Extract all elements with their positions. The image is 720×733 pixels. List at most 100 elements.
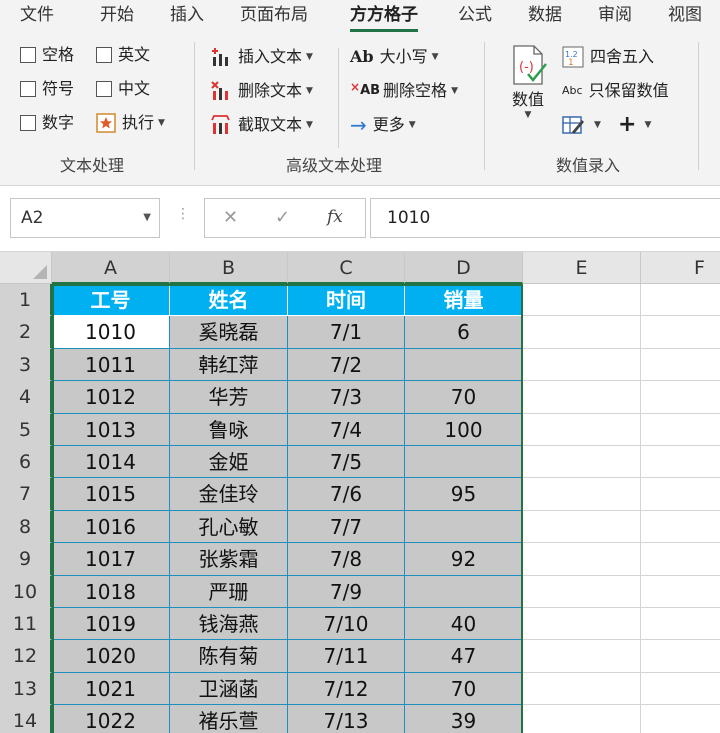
cell-a9[interactable]: 1017	[52, 543, 170, 576]
delete-spaces-button[interactable]: × AB 删除空格 ▼	[350, 80, 458, 102]
cell-a11[interactable]: 1019	[52, 608, 170, 641]
cell-e12[interactable]	[523, 640, 641, 673]
cell-b7[interactable]: 金佳玲	[170, 478, 288, 511]
cell-f1[interactable]	[641, 284, 720, 317]
enter-icon[interactable]: ✓	[275, 207, 290, 228]
column-header-a[interactable]: A	[52, 252, 170, 284]
cell-f14[interactable]	[641, 705, 720, 733]
tab-view[interactable]: 视图	[668, 3, 702, 27]
cell-f6[interactable]	[641, 446, 720, 479]
cell-f11[interactable]	[641, 608, 720, 641]
insert-function-button[interactable]: fx	[327, 207, 343, 227]
drag-handle-icon[interactable]: ⋮	[176, 206, 190, 222]
name-box[interactable]: A2 ▼	[10, 198, 160, 238]
row-header-4[interactable]: 4	[0, 381, 52, 414]
cell-b8[interactable]: 孔心敏	[170, 510, 288, 544]
checkbox-chinese[interactable]: 中文	[96, 78, 150, 100]
checkbox-symbol[interactable]: 符号	[20, 78, 74, 100]
cell-a12[interactable]: 1020	[52, 640, 170, 673]
keep-values-button[interactable]: Abc 只保留数值	[562, 80, 669, 102]
cell-e8[interactable]	[523, 510, 641, 544]
cell-a13[interactable]: 1021	[52, 672, 170, 706]
checkbox-number[interactable]: 数字	[20, 112, 74, 134]
cell-d14[interactable]: 39	[405, 705, 523, 733]
cell-f8[interactable]	[641, 510, 720, 544]
row-header-8[interactable]: 8	[0, 510, 52, 544]
execute-button[interactable]: 执行 ▼	[96, 112, 165, 134]
cell-a14[interactable]: 1022	[52, 705, 170, 733]
cell-a10[interactable]: 1018	[52, 575, 170, 608]
cell-b6[interactable]: 金姫	[170, 446, 288, 479]
cell-f12[interactable]	[641, 640, 720, 673]
cell-f2[interactable]	[641, 316, 720, 349]
cell-d3[interactable]	[405, 348, 523, 382]
round-button[interactable]: 1.2 1 四舍五入	[562, 46, 654, 68]
cell-b9[interactable]: 张紫霜	[170, 543, 288, 576]
cell-e2[interactable]	[523, 316, 641, 349]
column-header-e[interactable]: E	[523, 252, 641, 284]
cell-f7[interactable]	[641, 478, 720, 511]
cell-a5[interactable]: 1013	[52, 413, 170, 446]
cell-d13[interactable]: 70	[405, 672, 523, 706]
cell-a2[interactable]: 1010	[52, 316, 170, 349]
cell-b5[interactable]: 鲁咏	[170, 413, 288, 446]
cell-f13[interactable]	[641, 672, 720, 706]
cell-a8[interactable]: 1016	[52, 510, 170, 544]
tab-page-layout[interactable]: 页面布局	[240, 3, 308, 27]
checkbox-box[interactable]	[96, 81, 112, 97]
cell-c1[interactable]: 时间	[288, 284, 405, 317]
cell-d6[interactable]	[405, 446, 523, 479]
checkbox-space[interactable]: 空格	[20, 44, 74, 66]
cell-b13[interactable]: 卫涵菡	[170, 672, 288, 706]
cell-d2[interactable]: 6	[405, 316, 523, 349]
tab-insert[interactable]: 插入	[170, 3, 204, 27]
formula-input[interactable]: 1010	[370, 198, 720, 238]
cell-e5[interactable]	[523, 413, 641, 446]
row-header-2[interactable]: 2	[0, 316, 52, 349]
value-button[interactable]: (-) 数值 ▼	[506, 44, 550, 120]
worksheet-grid[interactable]: A B C D E F 1 工号 姓名 时间 销量 2 1010 奚晓磊 7/1 6 3 1011 韩红萍 7/2 4 1…	[0, 252, 720, 733]
row-header-13[interactable]: 13	[0, 672, 52, 706]
cell-c9[interactable]: 7/8	[288, 543, 405, 576]
cell-a3[interactable]: 1011	[52, 348, 170, 382]
cell-e11[interactable]	[523, 608, 641, 641]
tab-fangfang[interactable]: 方方格子	[350, 3, 418, 32]
row-header-1[interactable]: 1	[0, 284, 52, 317]
cell-c5[interactable]: 7/4	[288, 413, 405, 446]
cell-b1[interactable]: 姓名	[170, 284, 288, 317]
cancel-icon[interactable]: ✕	[223, 207, 238, 228]
cell-a6[interactable]: 1014	[52, 446, 170, 479]
cell-e4[interactable]	[523, 381, 641, 414]
checkbox-box[interactable]	[20, 47, 36, 63]
tab-review[interactable]: 审阅	[598, 3, 632, 27]
column-header-d[interactable]: D	[405, 252, 523, 284]
cell-b2[interactable]: 奚晓磊	[170, 316, 288, 349]
cell-c14[interactable]: 7/13	[288, 705, 405, 733]
cell-e7[interactable]	[523, 478, 641, 511]
tab-data[interactable]: 数据	[528, 3, 562, 27]
cell-a4[interactable]: 1012	[52, 381, 170, 414]
cell-b10[interactable]: 严珊	[170, 575, 288, 608]
cell-d11[interactable]: 40	[405, 608, 523, 641]
cell-d12[interactable]: 47	[405, 640, 523, 673]
tab-formulas[interactable]: 公式	[458, 3, 492, 27]
cell-c13[interactable]: 7/12	[288, 672, 405, 706]
column-header-c[interactable]: C	[288, 252, 405, 284]
cell-c7[interactable]: 7/6	[288, 478, 405, 511]
cell-c10[interactable]: 7/9	[288, 575, 405, 608]
cell-b4[interactable]: 华芳	[170, 381, 288, 414]
checkbox-box[interactable]	[20, 115, 36, 131]
extract-text-button[interactable]: 截取文本 ▼	[210, 114, 313, 136]
cell-e6[interactable]	[523, 446, 641, 479]
cell-d5[interactable]: 100	[405, 413, 523, 446]
cell-d10[interactable]	[405, 575, 523, 608]
cell-e3[interactable]	[523, 348, 641, 382]
cell-e10[interactable]	[523, 575, 641, 608]
row-header-6[interactable]: 6	[0, 446, 52, 479]
row-header-5[interactable]: 5	[0, 413, 52, 446]
cell-a7[interactable]: 1015	[52, 478, 170, 511]
row-header-10[interactable]: 10	[0, 575, 52, 608]
cell-e14[interactable]	[523, 705, 641, 733]
row-header-12[interactable]: 12	[0, 640, 52, 673]
case-button[interactable]: Ab 大小写 ▼	[350, 46, 439, 68]
